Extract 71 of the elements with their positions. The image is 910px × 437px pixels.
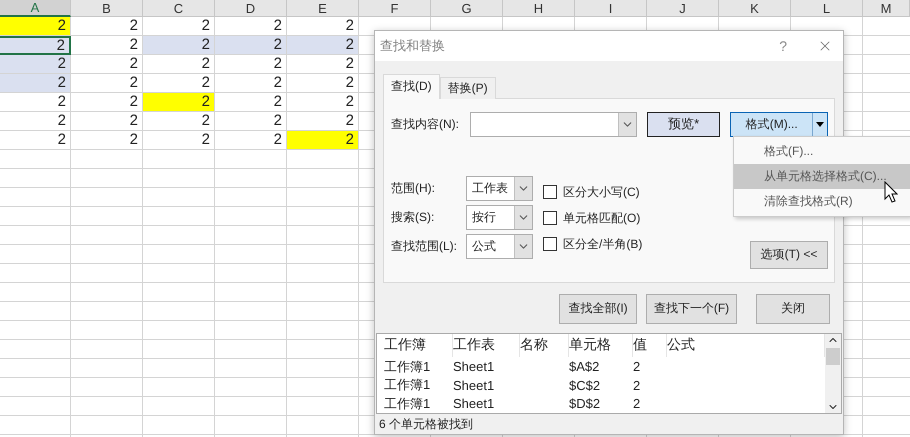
dialog-button[interactable]: 关闭: [756, 294, 830, 324]
checkbox[interactable]: [543, 211, 557, 226]
field-label: 范围(H):: [391, 180, 436, 197]
checkbox-label: 单元格匹配(O): [563, 210, 640, 227]
checkbox[interactable]: [543, 185, 557, 200]
checkbox-label: 区分全/半角(B): [563, 236, 642, 253]
dropdown[interactable]: 公式: [466, 234, 533, 259]
column-header[interactable]: B: [71, 0, 143, 17]
column-header[interactable]: C: [143, 0, 215, 17]
scrollbar[interactable]: [825, 334, 841, 414]
table-cell: 2: [287, 131, 359, 150]
dropdown[interactable]: 工作表: [466, 176, 533, 201]
column-header[interactable]: I: [575, 0, 647, 17]
help-button[interactable]: ?: [779, 38, 787, 54]
table-cell: 2: [0, 55, 71, 74]
column-header[interactable]: H: [503, 0, 575, 17]
table-cell-text: 工作簿1: [384, 394, 432, 413]
tab[interactable]: 查找(D): [383, 74, 440, 99]
table-cell-text: 2: [633, 359, 642, 374]
column-header[interactable]: D: [215, 0, 287, 17]
options-button[interactable]: 选项(T) <<: [750, 240, 828, 269]
table-cell: 2: [143, 36, 215, 55]
scroll-thumb[interactable]: [826, 348, 840, 365]
table-cell: 2: [0, 36, 71, 55]
tab[interactable]: 替换(P): [440, 76, 496, 99]
field-label: 查找内容(N):: [391, 116, 460, 133]
table-cell: 2: [287, 36, 359, 55]
column-header[interactable]: 名称: [520, 334, 569, 358]
table-cell-text: Sheet1: [453, 359, 496, 374]
column-header[interactable]: E: [287, 0, 359, 17]
table-cell: 2: [143, 93, 215, 112]
column-header[interactable]: F: [359, 0, 431, 17]
table-cell-text: 工作簿1: [384, 376, 432, 394]
table-cell-text: 工作簿1: [384, 358, 432, 376]
window-title: 查找和替换: [380, 36, 446, 55]
table-cell-text: $C$2: [569, 378, 602, 393]
dropdown[interactable]: 按行: [466, 204, 533, 230]
format-button[interactable]: 格式(M)...: [730, 112, 828, 137]
find-input-field[interactable]: [470, 112, 637, 137]
column-header[interactable]: K: [719, 0, 791, 17]
table-cell: 2: [0, 17, 71, 36]
status-text: 6 个单元格被找到: [379, 416, 474, 433]
table-cell-text: 2: [633, 396, 642, 412]
table-cell-text: 2: [633, 378, 642, 393]
column-header[interactable]: A: [0, 0, 71, 17]
column-header[interactable]: L: [791, 0, 863, 17]
caret-icon: [816, 122, 824, 127]
column-header[interactable]: 值: [633, 334, 667, 358]
table-cell: 2: [215, 36, 287, 55]
table-cell-text: $A$2: [569, 359, 600, 374]
column-header[interactable]: G: [431, 0, 503, 17]
menu-item[interactable]: 从单元格选择格式(C)...: [734, 164, 910, 189]
column-header[interactable]: J: [647, 0, 719, 17]
mouse-cursor-icon: [884, 181, 898, 203]
field-label: 搜索(S):: [391, 208, 436, 226]
table-cell-text: $D$2: [569, 396, 602, 412]
dialog-button[interactable]: 查找全部(I): [559, 294, 637, 324]
field-label: 查找范围(L):: [391, 238, 458, 255]
checkbox[interactable]: [543, 237, 557, 252]
preview-button[interactable]: 预览*: [646, 112, 720, 137]
dialog-button[interactable]: 查找下一个(F): [646, 294, 737, 324]
menu-item[interactable]: 格式(F)...: [734, 139, 910, 164]
column-header[interactable]: 工作簿: [384, 334, 453, 358]
table-cell: 2: [0, 74, 71, 93]
column-header[interactable]: 单元格: [569, 334, 633, 358]
table-cell-text: Sheet1: [453, 396, 496, 412]
table-cell-text: Sheet1: [453, 378, 496, 393]
column-header[interactable]: 工作表: [453, 334, 520, 358]
checkbox-label: 区分大小写(C): [563, 184, 640, 201]
menu-item[interactable]: 清除查找格式(R): [734, 189, 910, 214]
column-header[interactable]: M: [863, 0, 910, 17]
